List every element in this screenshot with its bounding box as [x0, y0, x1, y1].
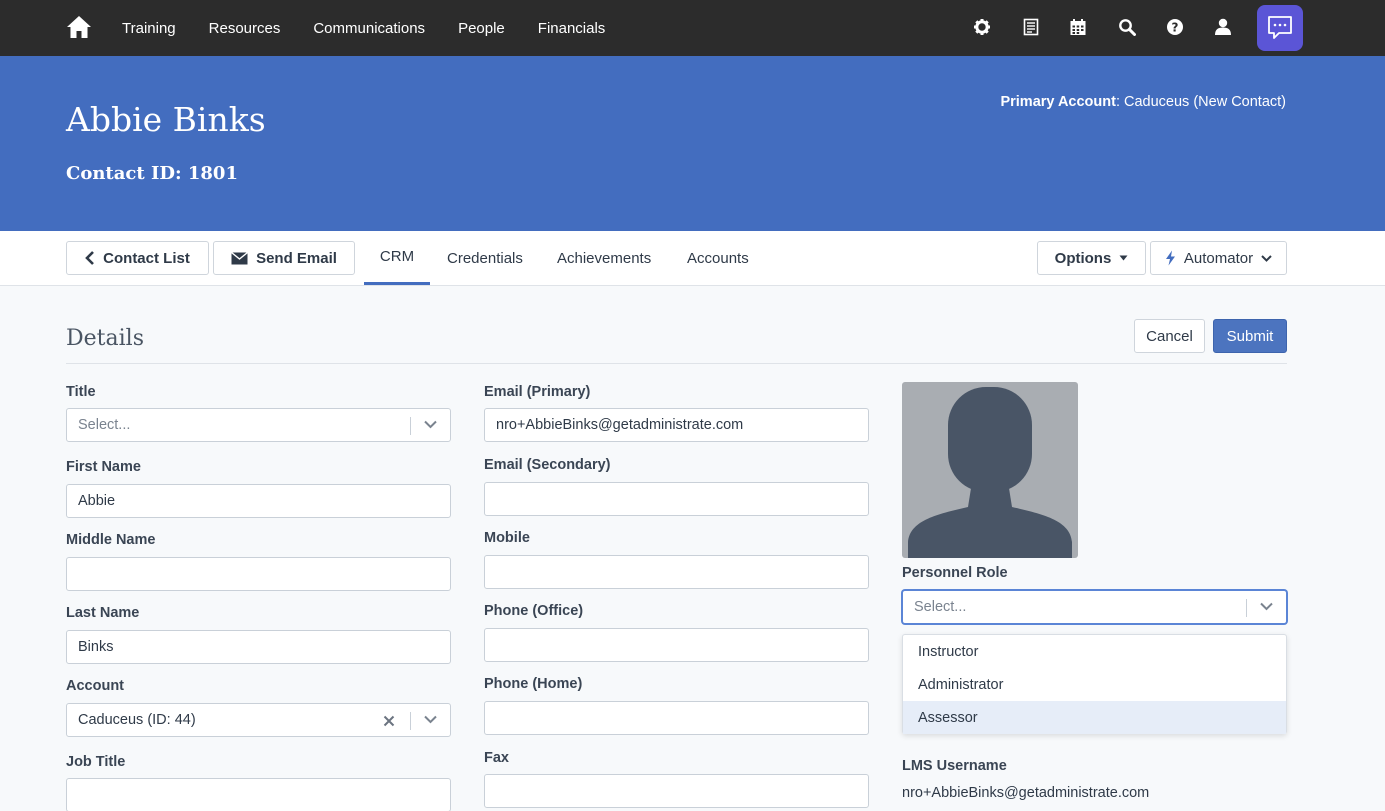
document-icon[interactable] — [1022, 18, 1040, 36]
email-primary-field[interactable]: nro+AbbieBinks@getadministrate.com — [484, 408, 869, 442]
options-label: Options — [1054, 249, 1112, 267]
email-primary-label: Email (Primary) — [484, 384, 591, 400]
middle-name-field[interactable] — [66, 557, 451, 591]
phone-home-field[interactable] — [484, 701, 869, 735]
tab-crm[interactable]: CRM — [364, 231, 430, 285]
middle-name-label: Middle Name — [66, 532, 156, 548]
primary-account-label: Primary Account — [1000, 94, 1116, 110]
last-name-field[interactable]: Binks — [66, 630, 451, 664]
fax-label: Fax — [484, 750, 509, 766]
details-title: Details — [66, 326, 144, 351]
contact-name: Abbie Binks — [66, 100, 266, 139]
chevron-left-icon — [85, 251, 95, 265]
email-secondary-field[interactable] — [484, 482, 869, 516]
phone-office-field[interactable] — [484, 628, 869, 662]
account-label: Account — [66, 678, 124, 694]
title-label: Title — [66, 384, 96, 400]
tab-accounts[interactable]: Accounts — [687, 231, 749, 285]
job-title-field[interactable] — [66, 778, 451, 811]
help-icon[interactable]: ? — [1166, 18, 1184, 36]
phone-home-label: Phone (Home) — [484, 676, 583, 692]
personnel-role-menu: Instructor Administrator Assessor — [902, 634, 1287, 734]
chat-icon — [1268, 16, 1292, 39]
contact-list-label: Contact List — [103, 249, 190, 267]
title-select[interactable]: Select... — [66, 408, 451, 442]
account-select-value: Caduceus (ID: 44) — [78, 712, 196, 728]
contact-list-button[interactable]: Contact List — [66, 241, 209, 275]
contact-id: Contact ID: 1801 — [66, 163, 238, 184]
options-button[interactable]: Options — [1037, 241, 1146, 275]
chevron-down-icon[interactable] — [1260, 602, 1273, 611]
nav-link-communications[interactable]: Communications — [313, 20, 425, 37]
chevron-down-icon — [1261, 254, 1272, 262]
select-separator — [410, 712, 411, 730]
nav-links: Training Resources Communications People… — [122, 0, 605, 56]
send-email-label: Send Email — [256, 249, 337, 267]
user-icon[interactable] — [1214, 18, 1232, 36]
envelope-icon — [231, 251, 249, 264]
home-icon[interactable] — [66, 14, 92, 40]
chat-button[interactable] — [1257, 5, 1303, 51]
primary-account: Primary Account: Caduceus (New Contact) — [1000, 94, 1286, 110]
select-separator — [1246, 599, 1247, 617]
nav-link-resources[interactable]: Resources — [209, 20, 281, 37]
clear-icon[interactable] — [383, 715, 395, 727]
role-option-instructor[interactable]: Instructor — [903, 635, 1286, 668]
chevron-down-icon[interactable] — [424, 715, 437, 724]
lms-username-value: nro+AbbieBinks@getadministrate.com — [902, 785, 1150, 801]
primary-account-value[interactable]: : Caduceus (New Contact) — [1116, 94, 1286, 110]
fax-field[interactable] — [484, 774, 869, 808]
first-name-label: First Name — [66, 459, 141, 475]
role-option-assessor[interactable]: Assessor — [903, 701, 1286, 734]
first-name-field[interactable]: Abbie — [66, 484, 451, 518]
svg-text:?: ? — [1172, 21, 1179, 35]
automator-button[interactable]: Automator — [1150, 241, 1287, 275]
nav-link-training[interactable]: Training — [122, 20, 176, 37]
contact-header: Abbie Binks Contact ID: 1801 Primary Acc… — [0, 56, 1385, 231]
tab-achievements[interactable]: Achievements — [557, 231, 651, 285]
mobile-field[interactable] — [484, 555, 869, 589]
title-select-value: Select... — [78, 417, 131, 433]
calendar-icon[interactable] — [1069, 18, 1087, 36]
email-secondary-label: Email (Secondary) — [484, 457, 611, 473]
details-divider — [66, 363, 1287, 364]
submit-button[interactable]: Submit — [1213, 319, 1287, 353]
personnel-role-select[interactable]: Select... — [902, 590, 1287, 624]
personnel-role-select-value: Select... — [914, 599, 967, 615]
lightning-icon — [1165, 250, 1175, 266]
cancel-button[interactable]: Cancel — [1134, 319, 1205, 353]
job-title-label: Job Title — [66, 754, 126, 770]
tab-credentials[interactable]: Credentials — [447, 231, 523, 285]
select-separator — [410, 417, 411, 435]
account-select[interactable]: Caduceus (ID: 44) — [66, 703, 451, 737]
last-name-label: Last Name — [66, 605, 140, 621]
automator-label: Automator — [1183, 249, 1254, 267]
personnel-role-label: Personnel Role — [902, 565, 1008, 581]
top-nav-bar: Training Resources Communications People… — [0, 0, 1385, 56]
role-option-administrator[interactable]: Administrator — [903, 668, 1286, 701]
mobile-label: Mobile — [484, 530, 530, 546]
avatar[interactable] — [902, 382, 1078, 558]
chevron-down-icon[interactable] — [424, 420, 437, 429]
search-icon[interactable] — [1118, 18, 1136, 36]
send-email-button[interactable]: Send Email — [213, 241, 355, 275]
gear-icon[interactable] — [973, 18, 991, 36]
caret-down-icon — [1119, 255, 1128, 261]
nav-link-financials[interactable]: Financials — [538, 20, 606, 37]
phone-office-label: Phone (Office) — [484, 603, 584, 619]
lms-username-label: LMS Username — [902, 758, 1007, 774]
tab-bar: Contact List Send Email CRM Credentials … — [0, 231, 1385, 286]
nav-link-people[interactable]: People — [458, 20, 505, 37]
person-silhouette-icon — [908, 387, 1072, 558]
